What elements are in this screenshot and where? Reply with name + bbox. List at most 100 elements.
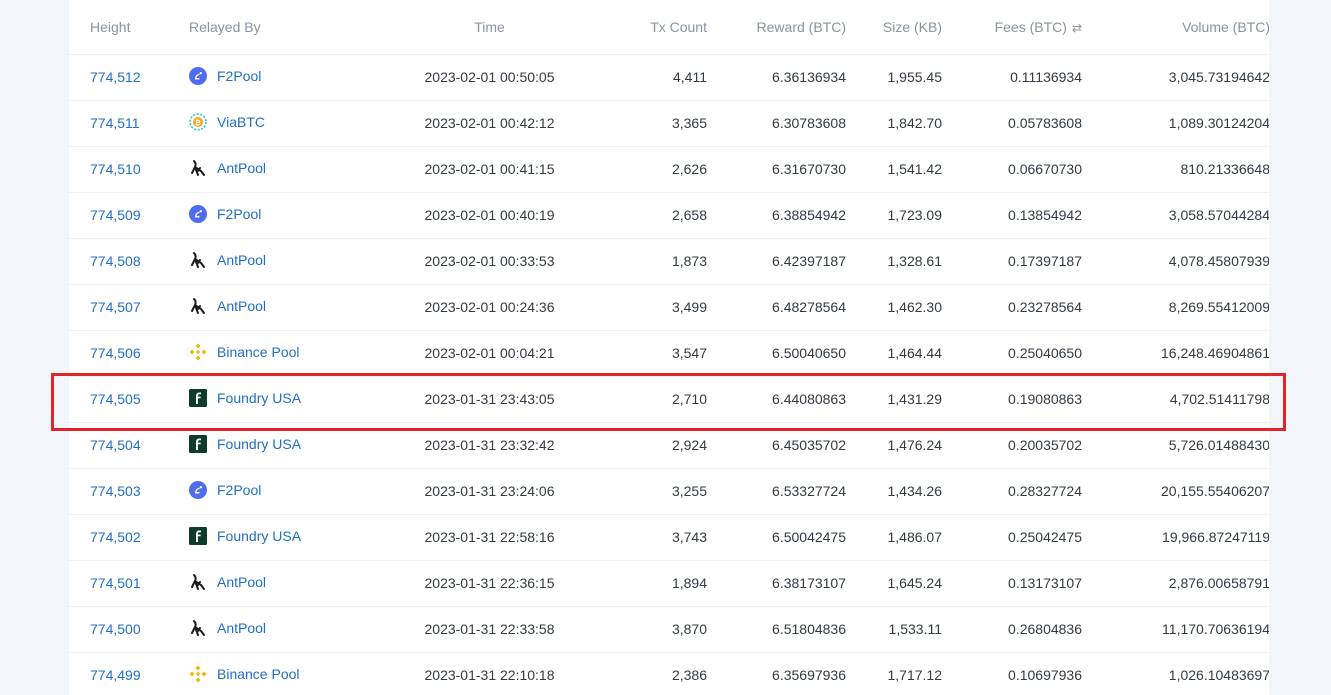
pool-link[interactable]: AntPool (217, 574, 266, 590)
cell-time: 2023-01-31 22:36:15 (375, 560, 604, 607)
block-height-link[interactable]: 774,504 (90, 437, 141, 453)
block-height-link[interactable]: 774,503 (90, 483, 141, 499)
pool-link[interactable]: Binance Pool (217, 666, 300, 682)
cell-relayed-by: AntPool (189, 238, 375, 285)
block-height-link[interactable]: 774,502 (90, 529, 141, 545)
cell-size: 1,541.42 (846, 146, 942, 193)
cell-height: 774,504 (69, 422, 189, 469)
cell-time: 2023-02-01 00:40:19 (375, 192, 604, 239)
header-volume: Volume (BTC) (1082, 0, 1269, 55)
cell-fees: 0.20035702 (942, 422, 1082, 469)
cell-volume: 4,078.45807939 (1082, 238, 1269, 285)
cell-time: 2023-01-31 23:43:05 (375, 376, 604, 423)
pool-link[interactable]: F2Pool (217, 206, 261, 222)
cell-fees: 0.26804836 (942, 606, 1082, 653)
cell-time: 2023-01-31 23:24:06 (375, 468, 604, 515)
cell-fees: 0.06670730 (942, 146, 1082, 193)
cell-height: 774,500 (69, 606, 189, 653)
cell-fees: 0.25042475 (942, 514, 1082, 561)
header-reward: Reward (BTC) (707, 0, 846, 55)
binance-pool-icon (189, 664, 207, 683)
cell-height: 774,509 (69, 192, 189, 239)
cell-volume: 3,045.73194642 (1082, 54, 1269, 101)
block-height-link[interactable]: 774,510 (90, 161, 141, 177)
cell-reward: 6.50042475 (707, 514, 846, 561)
pool-link[interactable]: AntPool (217, 252, 266, 268)
blocks-panel: Height Relayed By Time Tx Count Reward (… (69, 0, 1269, 695)
foundry-usa-icon (189, 526, 207, 545)
svg-text:₿: ₿ (195, 118, 201, 126)
cell-tx-count: 3,547 (604, 330, 707, 377)
cell-tx-count: 3,743 (604, 514, 707, 561)
pool-link[interactable]: AntPool (217, 620, 266, 636)
block-height-link[interactable]: 774,506 (90, 345, 141, 361)
block-height-link[interactable]: 774,509 (90, 207, 141, 223)
table-row: 774,511 ₿ ViaBTC 2023-02-01 00:42:12 3,36… (69, 100, 1269, 147)
table-row: 774,509 F2Pool 2023-02-01 00:40:19 2,658… (69, 192, 1269, 239)
cell-fees: 0.23278564 (942, 284, 1082, 331)
cell-size: 1,717.12 (846, 652, 942, 695)
cell-fees: 0.13854942 (942, 192, 1082, 239)
pool-link[interactable]: AntPool (217, 160, 266, 176)
viabtc-icon: ₿ (189, 112, 207, 131)
cell-tx-count: 3,870 (604, 606, 707, 653)
block-height-link[interactable]: 774,507 (90, 299, 141, 315)
cell-height: 774,501 (69, 560, 189, 607)
foundry-usa-icon (189, 388, 207, 407)
header-tx-count: Tx Count (604, 0, 707, 55)
cell-tx-count: 2,386 (604, 652, 707, 695)
pool-link[interactable]: AntPool (217, 298, 266, 314)
block-height-link[interactable]: 774,511 (90, 115, 140, 131)
cell-tx-count: 1,873 (604, 238, 707, 285)
block-height-link[interactable]: 774,505 (90, 391, 141, 407)
cell-volume: 8,269.55412009 (1082, 284, 1269, 331)
pool-link[interactable]: Foundry USA (217, 390, 301, 406)
cell-relayed-by: AntPool (189, 606, 375, 653)
cell-reward: 6.36136934 (707, 54, 846, 101)
pool-link[interactable]: F2Pool (217, 68, 261, 84)
cell-fees: 0.25040650 (942, 330, 1082, 377)
cell-size: 1,486.07 (846, 514, 942, 561)
cell-height: 774,499 (69, 652, 189, 695)
pool-link[interactable]: Foundry USA (217, 528, 301, 544)
pool-link[interactable]: Binance Pool (217, 344, 300, 360)
cell-reward: 6.38173107 (707, 560, 846, 607)
pool-link[interactable]: ViaBTC (217, 114, 265, 130)
cell-relayed-by: Foundry USA (189, 514, 375, 561)
block-height-link[interactable]: 774,500 (90, 621, 141, 637)
block-height-link[interactable]: 774,508 (90, 253, 141, 269)
pool-link[interactable]: F2Pool (217, 482, 261, 498)
pool-link[interactable]: Foundry USA (217, 436, 301, 452)
swap-arrows-icon[interactable]: ⇄ (1072, 21, 1082, 35)
cell-volume: 4,702.51411798 (1082, 376, 1269, 423)
cell-relayed-by: Binance Pool (189, 652, 375, 695)
cell-relayed-by: Binance Pool (189, 330, 375, 377)
block-height-link[interactable]: 774,499 (90, 667, 141, 683)
header-height[interactable]: Height (69, 0, 189, 55)
cell-tx-count: 3,499 (604, 284, 707, 331)
cell-tx-count: 4,411 (604, 54, 707, 101)
cell-reward: 6.44080863 (707, 376, 846, 423)
cell-height: 774,506 (69, 330, 189, 377)
cell-time: 2023-01-31 22:33:58 (375, 606, 604, 653)
cell-time: 2023-02-01 00:50:05 (375, 54, 604, 101)
cell-size: 1,431.29 (846, 376, 942, 423)
block-height-link[interactable]: 774,512 (90, 69, 141, 85)
block-height-link[interactable]: 774,501 (90, 575, 141, 591)
table-row: 774,500 AntPool 2023-01-31 22:33:58 3,87… (69, 606, 1269, 653)
cell-time: 2023-02-01 00:33:53 (375, 238, 604, 285)
blocks-table: Height Relayed By Time Tx Count Reward (… (69, 0, 1269, 695)
cell-reward: 6.31670730 (707, 146, 846, 193)
cell-fees: 0.28327724 (942, 468, 1082, 515)
table-row: 774,501 AntPool 2023-01-31 22:36:15 1,89… (69, 560, 1269, 607)
cell-time: 2023-02-01 00:42:12 (375, 100, 604, 147)
cell-fees: 0.19080863 (942, 376, 1082, 423)
antpool-icon (189, 251, 207, 269)
cell-reward: 6.53327724 (707, 468, 846, 515)
cell-volume: 1,026.10483697 (1082, 652, 1269, 695)
table-row: 774,502 Foundry USA 2023-01-31 22:58:16 … (69, 514, 1269, 561)
cell-tx-count: 2,710 (604, 376, 707, 423)
cell-relayed-by: F2Pool (189, 54, 375, 101)
cell-reward: 6.51804836 (707, 606, 846, 653)
header-fees-label: Fees (BTC) (994, 18, 1067, 35)
